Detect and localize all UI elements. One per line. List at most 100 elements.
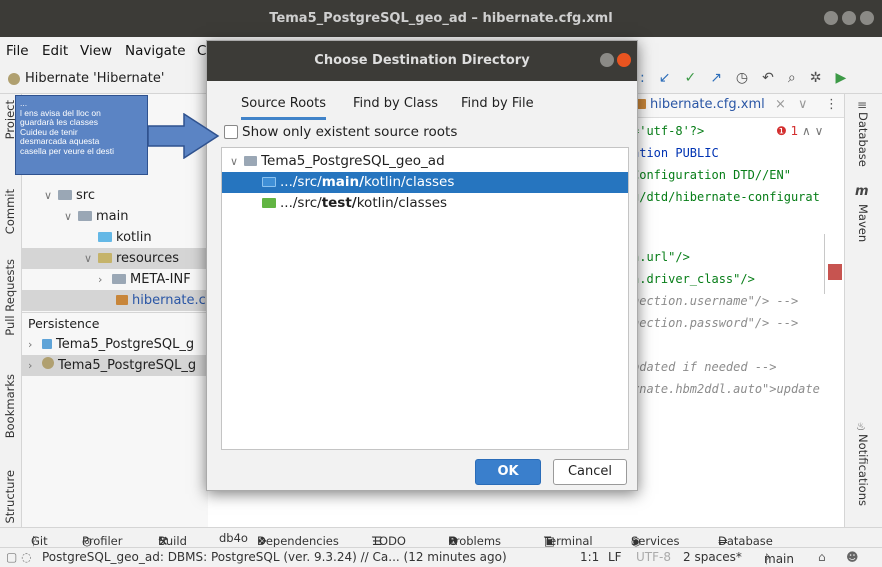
chevron-down-icon[interactable]: ∨: [84, 248, 98, 269]
annotation-line: casella per veure el desti: [20, 145, 115, 156]
tree-item-label: Tema5_PostgreSQL_g: [56, 337, 195, 352]
source-roots-tree[interactable]: ∨ Tema5_PostgreSQL_geo_ad .../src/main/ko…: [221, 147, 629, 450]
dialog-window-controls: [600, 53, 631, 67]
tree-item-hibernate-cfg[interactable]: hibernate.c: [22, 290, 208, 311]
indent-setting[interactable]: 2 spaces*: [683, 550, 742, 564]
tool-commit[interactable]: Commit: [3, 189, 17, 234]
tree-item-src[interactable]: ∨ src: [22, 185, 208, 206]
chevron-right-icon[interactable]: ›: [98, 269, 112, 290]
push-arrow-icon[interactable]: ↗: [710, 70, 722, 86]
editor-scroll-track: [824, 234, 825, 294]
close-tab-icon[interactable]: ×: [775, 97, 786, 112]
error-stripe-marker[interactable]: [828, 264, 842, 280]
history-clock-icon[interactable]: ◷: [736, 70, 748, 86]
tree-item-label: resources: [116, 251, 180, 266]
panel-toggle-icon[interactable]: ▢ ◌: [6, 550, 32, 564]
window-title: Tema5_PostgreSQL_geo_ad – hibernate.cfg.…: [269, 11, 613, 26]
branch-label: main: [764, 552, 794, 566]
menu-navigate[interactable]: Navigate: [125, 43, 186, 59]
update-project-icon[interactable]: ↙: [659, 70, 671, 86]
persistence-item[interactable]: › Tema5_PostgreSQL_g: [22, 334, 208, 355]
minimize-icon[interactable]: [824, 11, 838, 25]
maven-icon: m: [855, 184, 869, 199]
breadcrumb[interactable]: Hibernate 'Hibernate': [8, 71, 164, 86]
chevron-down-icon[interactable]: ∨: [230, 155, 238, 168]
more-options-icon[interactable]: ⋮: [825, 97, 838, 112]
source-root-main[interactable]: .../src/main/kotlin/classes: [222, 172, 628, 193]
lock-icon[interactable]: ⌂: [818, 550, 826, 564]
gear-icon[interactable]: ✲: [810, 70, 822, 86]
tab-label: hibernate.cfg.xml: [650, 97, 765, 112]
file-encoding[interactable]: UTF-8: [636, 550, 671, 564]
tab-hibernate-cfg[interactable]: hibernate.cfg.xml: [636, 97, 765, 112]
tab-find-by-file[interactable]: Find by File: [461, 96, 534, 120]
arrow-shape: [148, 113, 220, 159]
code-line: n.driver_class"/>: [632, 272, 755, 286]
tab-label: Services: [631, 534, 680, 548]
inspector-icon[interactable]: ☻: [846, 550, 859, 564]
source-root-test[interactable]: .../src/test/kotlin/classes: [222, 193, 628, 214]
tool-bookmarks[interactable]: Bookmarks: [3, 374, 17, 438]
path-prefix: .../src/: [280, 174, 322, 190]
tab-list-chevron-icon[interactable]: ∨: [798, 97, 808, 112]
tree-item-resources[interactable]: ∨ resources: [22, 248, 208, 269]
tree-root-project[interactable]: ∨ Tema5_PostgreSQL_geo_ad: [222, 151, 628, 172]
line-separator[interactable]: LF: [608, 550, 622, 564]
tool-maven[interactable]: Maven: [856, 204, 870, 242]
editor-tab-bar: hibernate.cfg.xml × ∨ ⋮: [628, 94, 844, 118]
folder-icon: [78, 211, 92, 221]
tab-label: Build: [158, 534, 187, 548]
ok-button[interactable]: OK: [475, 459, 541, 485]
commit-check-icon[interactable]: ✓: [684, 70, 696, 86]
close-icon[interactable]: [860, 11, 874, 25]
bottom-tab-db4o[interactable]: db4o: [219, 531, 248, 545]
dialog-titlebar[interactable]: Choose Destination Directory: [207, 41, 637, 81]
code-line: n.url"/>: [632, 250, 690, 264]
tree-item-main[interactable]: ∨ main: [22, 206, 208, 227]
search-icon[interactable]: ⌕: [788, 70, 796, 86]
dialog-close-icon[interactable]: [617, 53, 631, 67]
menu-file[interactable]: File: [6, 43, 29, 59]
dialog-minimize-icon[interactable]: [600, 53, 614, 67]
tree-item-label: kotlin: [116, 230, 152, 245]
status-message[interactable]: PostgreSQL_geo_ad: DBMS: PostgreSQL (ver…: [42, 550, 507, 564]
tab-find-by-class[interactable]: Find by Class: [353, 96, 438, 120]
tree-item-meta-inf[interactable]: › META-INF: [22, 269, 208, 290]
tool-notifications[interactable]: Notifications: [856, 434, 870, 506]
tab-label: Problems: [448, 534, 502, 548]
annotation-callout: ... l ens avisa del lloc on guardarà les…: [15, 95, 148, 175]
code-line: Configuration DTD//EN": [632, 168, 791, 182]
code-line: pdated if needed -->: [632, 360, 777, 374]
persistence-item[interactable]: › Tema5_PostgreSQL_g: [22, 355, 208, 376]
error-indicator[interactable]: ❶ 1 ∧ ∨: [776, 124, 823, 138]
bottom-tool-tabs: ᚹ Git ◎ Profiler ⚒ Build db4o ❖ Dependen…: [0, 527, 882, 562]
chevron-down-icon[interactable]: ∨: [44, 185, 58, 206]
checkbox-label[interactable]: Show only existent source roots: [242, 124, 457, 140]
code-line: g/dtd/hibernate-configurat: [632, 190, 820, 204]
code-editor[interactable]: hibernate.cfg.xml × ∨ ⋮ ='utf-8'?> ❶ 1 ∧…: [628, 94, 844, 527]
menu-edit[interactable]: Edit: [42, 43, 68, 59]
tree-item-kotlin[interactable]: kotlin: [22, 227, 208, 248]
tab-source-roots[interactable]: Source Roots: [241, 96, 327, 120]
code-line: nection.username"/> -->: [632, 294, 799, 308]
menu-view[interactable]: View: [80, 43, 112, 59]
toolbar-icons: : ↙ ✓ ↗ ◷ ↶ ⌕ ✲ ▶: [640, 70, 846, 86]
source-folder-icon: [98, 232, 112, 242]
chevron-right-icon[interactable]: ›: [28, 355, 42, 376]
run-icon[interactable]: ▶: [835, 70, 846, 86]
chevron-down-icon[interactable]: ∨: [64, 206, 78, 227]
maximize-icon[interactable]: [842, 11, 856, 25]
error-count: 1: [790, 124, 799, 138]
tab-label: Terminal: [544, 534, 593, 548]
choose-destination-dialog: Choose Destination Directory Source Root…: [206, 40, 638, 491]
rollback-icon[interactable]: ↶: [762, 70, 774, 86]
tool-pull-requests[interactable]: Pull Requests: [3, 259, 17, 336]
toolbar-partial-icon: :: [640, 70, 645, 86]
cancel-button[interactable]: Cancel: [553, 459, 627, 485]
tool-database[interactable]: Database: [856, 112, 870, 167]
show-existent-roots-checkbox[interactable]: [224, 125, 238, 139]
chevron-right-icon[interactable]: ›: [28, 334, 42, 355]
caret-position[interactable]: 1:1: [580, 550, 599, 564]
tool-structure[interactable]: Structure: [3, 470, 17, 524]
path-suffix: kotlin/classes: [356, 195, 448, 211]
